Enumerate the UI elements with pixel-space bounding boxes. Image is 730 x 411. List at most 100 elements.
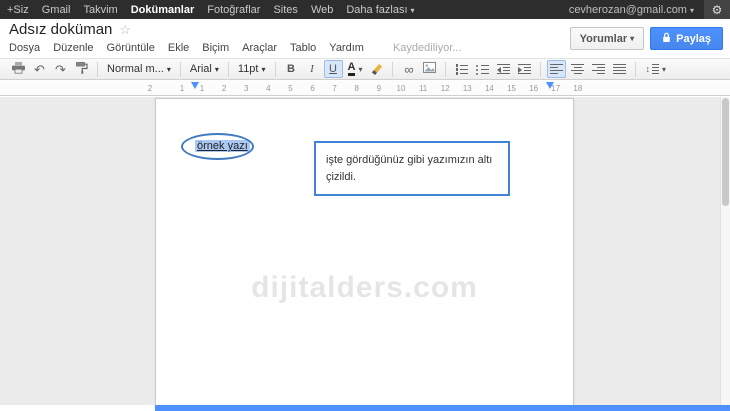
ruler-number: 2 <box>218 84 230 93</box>
ruler-number: 10 <box>395 84 407 93</box>
image-icon <box>423 62 436 76</box>
topbar-link-documents[interactable]: Dokümanlar <box>131 4 195 16</box>
chevron-down-icon: ▾ <box>411 6 415 15</box>
ruler-number: 15 <box>506 84 518 93</box>
topbar-link-calendar[interactable]: Takvim <box>83 4 117 16</box>
ruler: 2 1 1 2 3 4 5 6 7 8 9 10 11 12 13 14 15 … <box>0 81 730 96</box>
align-right-icon <box>592 64 605 74</box>
menu-view[interactable]: Görüntüle <box>107 42 155 54</box>
ruler-numbers: 1 2 3 4 5 6 7 8 9 10 11 12 13 14 15 16 1… <box>196 84 584 93</box>
text-color-button[interactable]: A▾ <box>345 60 366 78</box>
print-button[interactable] <box>9 60 28 78</box>
share-label: Paylaş <box>676 33 711 45</box>
left-indent-marker[interactable] <box>191 82 199 89</box>
indent-arrow <box>518 67 522 73</box>
font-dropdown[interactable]: Arial▾ <box>186 60 223 78</box>
topbar-link-web[interactable]: Web <box>311 4 333 16</box>
annotation-callout-box: işte gördüğünüz gibi yazımızın altı çizi… <box>314 141 510 196</box>
align-center-button[interactable] <box>568 60 587 78</box>
chevron-down-icon: ▾ <box>690 6 694 15</box>
undo-button[interactable]: ↶ <box>30 60 49 78</box>
toolbar-separator <box>275 62 276 77</box>
highlight-color-button[interactable] <box>367 60 386 78</box>
chevron-down-icon: ▾ <box>358 65 362 74</box>
insert-image-button[interactable] <box>420 60 439 78</box>
italic-button[interactable]: I <box>303 60 322 78</box>
chevron-down-icon: ▾ <box>167 65 171 74</box>
indent-button[interactable] <box>515 60 534 78</box>
watermark-text: dijitalders.com <box>156 271 573 305</box>
menu-tools[interactable]: Araçlar <box>242 42 277 54</box>
ruler-number: 9 <box>373 84 385 93</box>
ruler-number: 4 <box>262 84 274 93</box>
topbar-link-photos[interactable]: Fotoğraflar <box>207 4 260 16</box>
star-icon[interactable]: ☆ <box>119 22 131 38</box>
redo-button[interactable]: ↷ <box>51 60 70 78</box>
comments-button[interactable]: Yorumlar ▾ <box>570 27 645 50</box>
document-page[interactable]: örnek yazı işte gördüğünüz gibi yazımızı… <box>155 98 574 405</box>
menu-table[interactable]: Tablo <box>290 42 316 54</box>
topbar-link-sites[interactable]: Sites <box>273 4 297 16</box>
link-icon: ∞ <box>404 63 413 76</box>
share-button[interactable]: Paylaş <box>650 27 723 50</box>
line-spacing-button[interactable]: ↕▾ <box>642 60 669 78</box>
topbar-more-label: Daha fazlası <box>346 4 407 16</box>
text-color-icon: A <box>348 62 356 76</box>
paint-roller-icon <box>76 62 88 77</box>
document-title[interactable]: Adsız doküman <box>9 21 112 38</box>
lock-icon <box>662 32 671 46</box>
align-justify-button[interactable] <box>610 60 629 78</box>
font-size-dropdown[interactable]: 11pt▾ <box>234 60 270 78</box>
right-indent-marker[interactable] <box>546 82 554 89</box>
outdent-icon <box>497 64 510 74</box>
chevron-down-icon: ▾ <box>215 65 219 74</box>
menu-help[interactable]: Yardım <box>329 42 364 54</box>
toolbar-separator <box>445 62 446 77</box>
title-row: Adsız doküman ☆ <box>9 21 131 38</box>
topbar-link-plus-you[interactable]: +Siz <box>7 4 29 16</box>
topbar-link-gmail[interactable]: Gmail <box>42 4 71 16</box>
styles-dropdown[interactable]: Normal m...▾ <box>103 60 175 78</box>
align-right-button[interactable] <box>589 60 608 78</box>
bold-icon: B <box>287 63 295 75</box>
menu-edit[interactable]: Düzenle <box>53 42 93 54</box>
chevron-down-icon: ▾ <box>662 65 666 74</box>
google-topbar: +Siz Gmail Takvim Dokümanlar Fotoğraflar… <box>0 0 730 19</box>
ruler-number: 3 <box>240 84 252 93</box>
indent-icon <box>518 64 531 74</box>
align-center-icon <box>571 64 584 74</box>
insert-link-button[interactable]: ∞ <box>399 60 418 78</box>
align-left-icon <box>550 64 563 74</box>
bottom-bar <box>155 405 730 411</box>
align-left-button[interactable] <box>547 60 566 78</box>
ruler-number: 7 <box>329 84 341 93</box>
underline-button[interactable]: U <box>324 60 343 78</box>
highlighter-icon <box>372 64 382 75</box>
bold-button[interactable]: B <box>282 60 301 78</box>
paint-format-button[interactable] <box>72 60 91 78</box>
font-value: Arial <box>190 63 212 75</box>
menu-file[interactable]: Dosya <box>9 42 40 54</box>
account-menu[interactable]: cevherozan@gmail.com▾ <box>569 4 694 16</box>
ruler-number: 8 <box>351 84 363 93</box>
header-buttons: Yorumlar ▾ Paylaş <box>570 27 723 50</box>
settings-gear-button[interactable]: ⚙ <box>704 0 730 19</box>
toolbar-separator <box>180 62 181 77</box>
bullet-list-button[interactable] <box>473 60 492 78</box>
ruler-number: 13 <box>461 84 473 93</box>
annotation-ellipse <box>181 133 254 160</box>
topbar-right: cevherozan@gmail.com▾ ⚙ <box>569 0 730 19</box>
ruler-number: 2 <box>144 84 156 93</box>
numbered-list-button[interactable] <box>452 60 471 78</box>
topbar-link-more[interactable]: Daha fazlası ▾ <box>346 4 414 16</box>
menubar: Dosya Düzenle Görüntüle Ekle Biçim Araçl… <box>9 42 461 54</box>
outdent-button[interactable] <box>494 60 513 78</box>
menu-insert[interactable]: Ekle <box>168 42 189 54</box>
vertical-scrollbar[interactable] <box>720 97 730 405</box>
doc-header: Adsız doküman ☆ Dosya Düzenle Görüntüle … <box>0 19 730 58</box>
scrollbar-thumb[interactable] <box>722 98 729 206</box>
numbered-list-icon <box>455 64 468 74</box>
toolbar: ↶ ↷ Normal m...▾ Arial▾ 11pt▾ B I U A▾ ∞… <box>0 58 730 80</box>
menu-format[interactable]: Biçim <box>202 42 229 54</box>
line-spacing-icon: ↕ <box>645 64 650 74</box>
